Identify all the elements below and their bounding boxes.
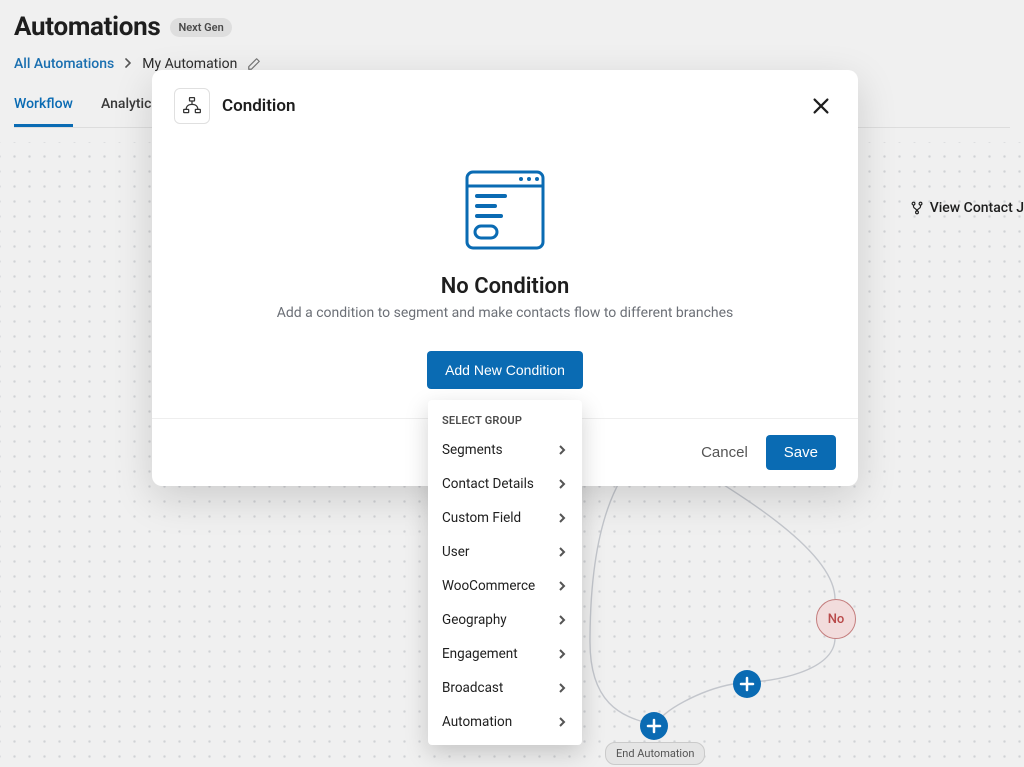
dropdown-group-label: SELECT GROUP xyxy=(428,406,582,433)
chevron-right-icon xyxy=(556,614,568,626)
edit-icon[interactable] xyxy=(247,57,261,71)
branch-icon xyxy=(910,201,924,215)
chevron-right-icon xyxy=(556,546,568,558)
dropdown-item-contact-details[interactable]: Contact Details xyxy=(428,467,582,501)
breadcrumb-root-link[interactable]: All Automations xyxy=(14,56,114,72)
document-icon xyxy=(459,164,551,256)
chevron-right-icon xyxy=(556,478,568,490)
dropdown-item-label: Contact Details xyxy=(442,476,534,492)
empty-state-title: No Condition xyxy=(441,274,570,299)
end-automation-node: End Automation xyxy=(605,742,705,765)
plus-icon xyxy=(646,718,662,734)
dropdown-item-label: Automation xyxy=(442,714,512,730)
dropdown-item-label: Engagement xyxy=(442,646,518,662)
dropdown-item-user[interactable]: User xyxy=(428,535,582,569)
dropdown-item-custom-field[interactable]: Custom Field xyxy=(428,501,582,535)
page-title-row: Automations Next Gen xyxy=(14,12,1010,42)
tab-analytics[interactable]: Analytics xyxy=(101,96,159,127)
chevron-right-icon xyxy=(556,512,568,524)
chevron-right-icon xyxy=(556,444,568,456)
plus-icon xyxy=(739,676,755,692)
dropdown-item-geography[interactable]: Geography xyxy=(428,603,582,637)
modal-title: Condition xyxy=(222,96,295,116)
chevron-right-icon xyxy=(556,682,568,694)
dropdown-item-broadcast[interactable]: Broadcast xyxy=(428,671,582,705)
chevron-right-icon xyxy=(556,580,568,592)
branch-no-node[interactable]: No xyxy=(816,599,856,639)
add-condition-button[interactable]: Add New Condition xyxy=(427,351,583,389)
dropdown-item-label: Custom Field xyxy=(442,510,521,526)
page-title: Automations xyxy=(14,12,160,42)
dropdown-item-label: User xyxy=(442,544,469,560)
nextgen-badge: Next Gen xyxy=(170,18,231,37)
dropdown-item-label: WooCommerce xyxy=(442,578,535,594)
dropdown-item-engagement[interactable]: Engagement xyxy=(428,637,582,671)
tab-workflow[interactable]: Workflow xyxy=(14,96,73,127)
dropdown-item-segments[interactable]: Segments xyxy=(428,433,582,467)
view-contact-label: View Contact J xyxy=(930,200,1024,216)
close-icon xyxy=(810,95,832,117)
dropdown-item-label: Geography xyxy=(442,612,507,628)
empty-state-subtitle: Add a condition to segment and make cont… xyxy=(277,305,734,321)
condition-icon xyxy=(174,88,210,124)
view-contact-button[interactable]: View Contact J xyxy=(910,200,1024,216)
dropdown-item-label: Segments xyxy=(442,442,503,458)
condition-group-dropdown: SELECT GROUP Segments Contact Details Cu… xyxy=(428,400,582,745)
chevron-right-icon xyxy=(124,57,132,71)
cancel-button[interactable]: Cancel xyxy=(701,444,748,461)
chevron-right-icon xyxy=(556,648,568,660)
chevron-right-icon xyxy=(556,716,568,728)
add-step-button[interactable] xyxy=(640,712,668,740)
save-button[interactable]: Save xyxy=(766,435,836,470)
add-step-button[interactable] xyxy=(733,670,761,698)
dropdown-item-woocommerce[interactable]: WooCommerce xyxy=(428,569,582,603)
dropdown-item-automation[interactable]: Automation xyxy=(428,705,582,739)
dropdown-item-label: Broadcast xyxy=(442,680,503,696)
close-button[interactable] xyxy=(806,91,836,121)
